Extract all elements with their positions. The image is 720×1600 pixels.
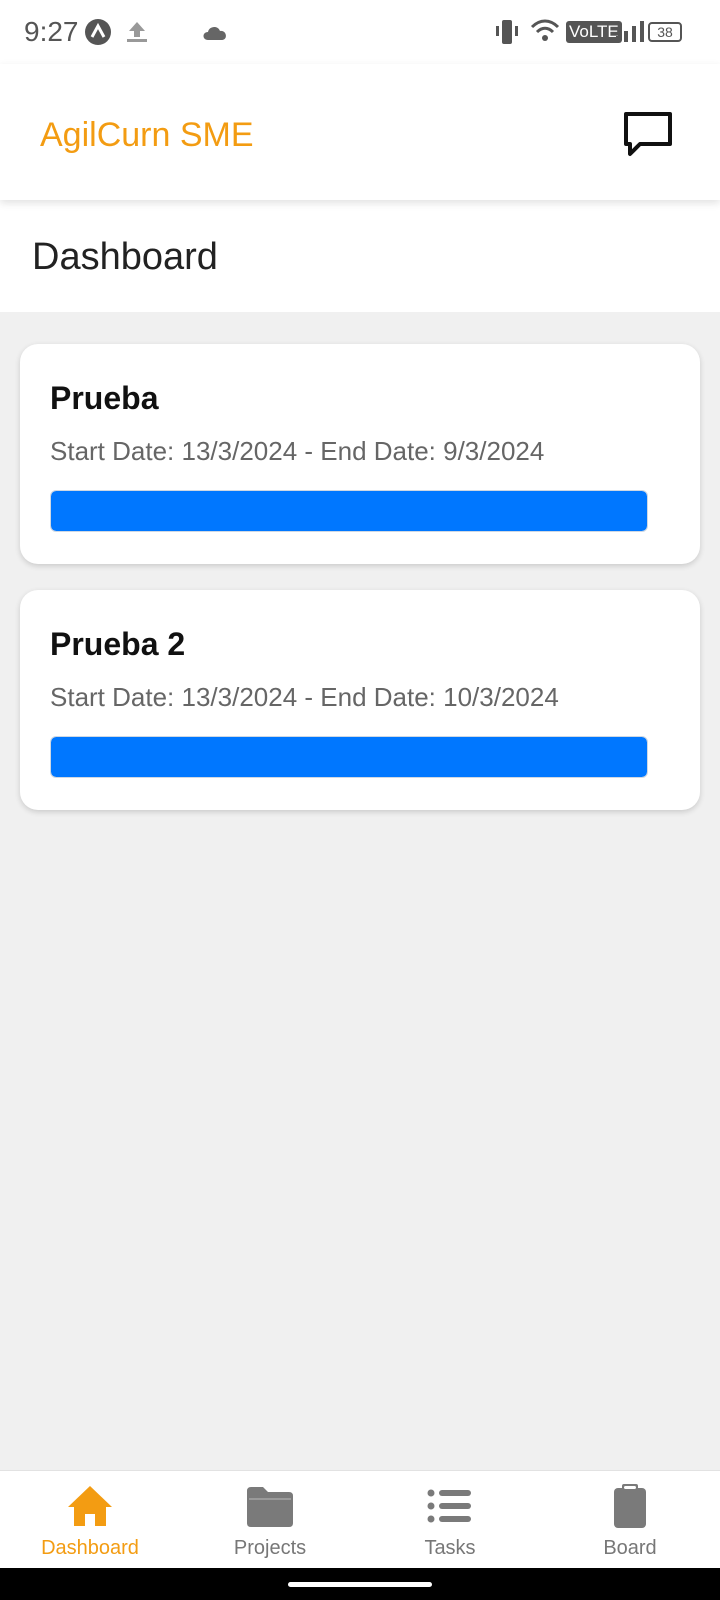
nav-dashboard[interactable]: Dashboard bbox=[0, 1471, 180, 1568]
nav-tasks[interactable]: Tasks bbox=[360, 1471, 540, 1568]
progress-fill bbox=[51, 491, 647, 531]
folder-icon bbox=[247, 1487, 293, 1527]
cloud-icon bbox=[203, 26, 226, 40]
list-icon bbox=[427, 1489, 471, 1523]
project-card[interactable]: Prueba 2 Start Date: 13/3/2024 - End Dat… bbox=[20, 590, 700, 810]
nav-label: Tasks bbox=[424, 1537, 476, 1559]
bottom-nav: Dashboard Projects Tasks Board bbox=[0, 1470, 720, 1568]
battery-icon: 38 bbox=[648, 22, 682, 42]
project-dates: Start Date: 13/3/2024 - End Date: 9/3/20… bbox=[50, 436, 545, 466]
home-gesture-bar[interactable] bbox=[288, 1582, 432, 1587]
nav-label: Board bbox=[603, 1537, 657, 1559]
page-title: Dashboard bbox=[32, 236, 218, 278]
system-nav-bar bbox=[0, 1568, 720, 1600]
project-progress-bar bbox=[50, 736, 648, 778]
vibrate-icon bbox=[496, 20, 518, 44]
home-icon bbox=[68, 1486, 112, 1526]
project-dates: Start Date: 13/3/2024 - End Date: 10/3/2… bbox=[50, 682, 559, 712]
signal-icon bbox=[616, 21, 644, 42]
nav-board[interactable]: Board bbox=[540, 1471, 720, 1568]
chat-button[interactable] bbox=[620, 106, 676, 162]
app-title: AgilCurn SME bbox=[40, 116, 254, 154]
app-screen: 9:27 VoLTE 38 AgilCurn SME Dashboard Pru… bbox=[0, 0, 720, 1600]
project-progress-bar bbox=[50, 490, 648, 532]
wifi-icon bbox=[530, 19, 560, 41]
project-card[interactable]: Prueba Start Date: 13/3/2024 - End Date:… bbox=[20, 344, 700, 564]
nav-label: Dashboard bbox=[41, 1537, 139, 1559]
battery-level: 38 bbox=[657, 24, 673, 40]
app-bar: AgilCurn SME bbox=[0, 64, 720, 200]
upload-icon bbox=[127, 22, 147, 42]
clipboard-icon bbox=[614, 1484, 646, 1528]
status-bar: 9:27 VoLTE 38 bbox=[0, 0, 720, 64]
nav-label: Projects bbox=[233, 1537, 307, 1559]
chat-bubble-icon bbox=[624, 112, 672, 156]
progress-fill bbox=[51, 737, 647, 777]
app-notification-icon bbox=[85, 19, 111, 45]
project-name: Prueba bbox=[50, 380, 159, 416]
status-time: 9:27 bbox=[24, 16, 79, 47]
project-name: Prueba 2 bbox=[50, 626, 186, 662]
page-header: Dashboard bbox=[0, 200, 720, 312]
nav-projects[interactable]: Projects bbox=[180, 1471, 360, 1568]
